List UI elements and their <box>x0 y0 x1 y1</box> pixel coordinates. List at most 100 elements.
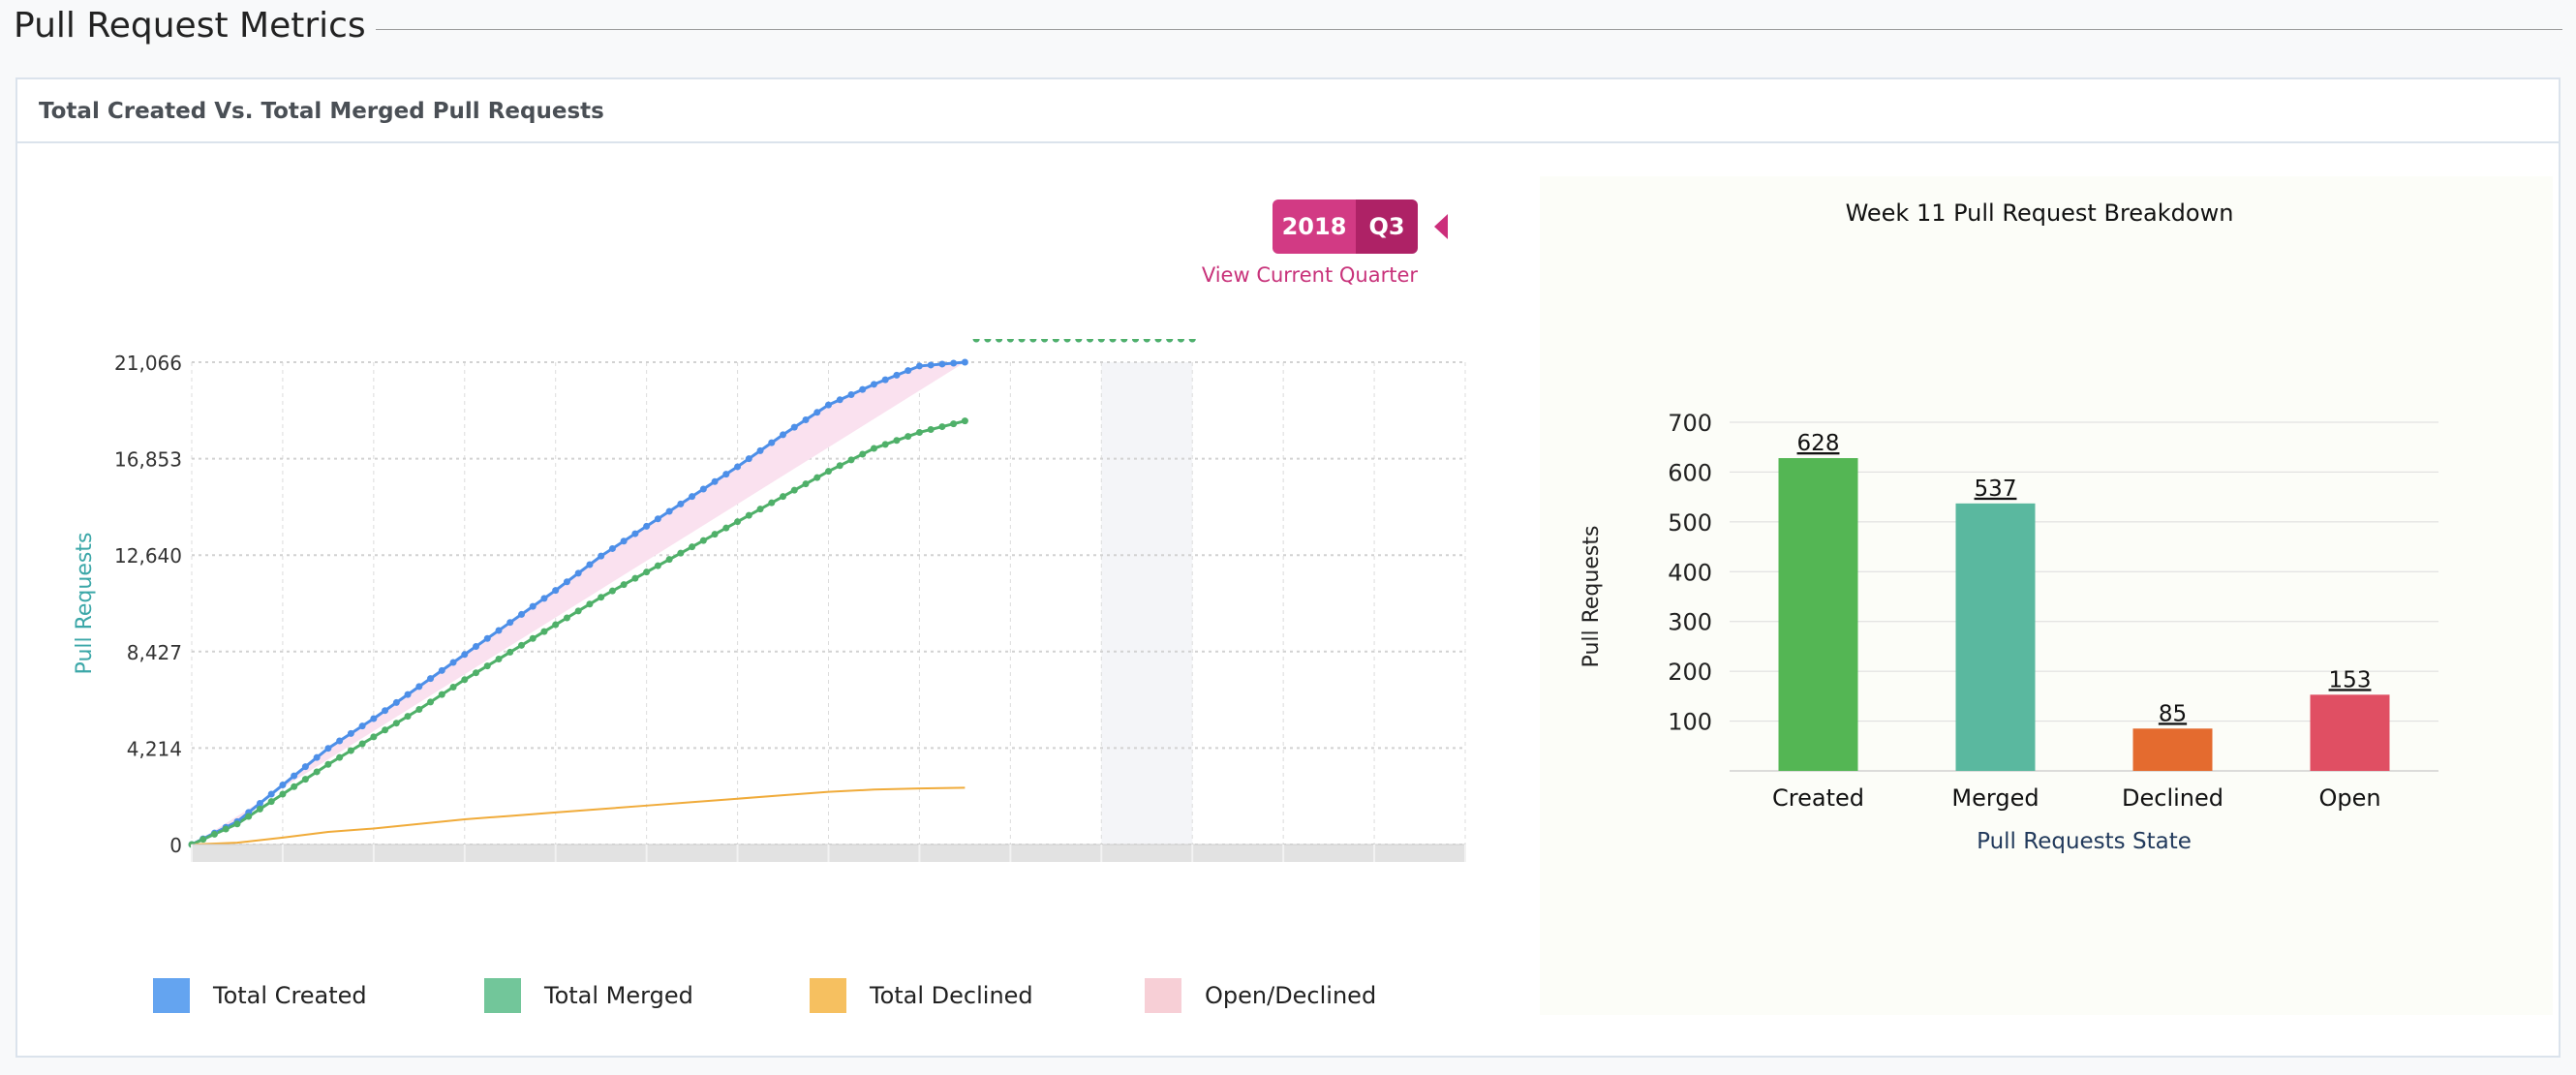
series-point-total-merged <box>347 747 354 754</box>
legend-swatch <box>153 978 190 1013</box>
series-point-total-merged <box>415 706 423 714</box>
x-tick-label: Merged <box>1951 784 2039 812</box>
y-axis-label: Pull Requests <box>73 533 97 675</box>
series-point-total-merged <box>654 562 661 569</box>
legend-label: Total Merged <box>544 982 693 1009</box>
series-point-total-merged <box>301 776 309 783</box>
series-point-total-created <box>483 634 491 642</box>
legend-item-total-declined[interactable]: Total Declined <box>810 976 1033 1015</box>
previous-quarter-arrow-icon[interactable] <box>1434 214 1448 239</box>
y-tick-label: 200 <box>1668 659 1712 686</box>
y-tick-label: 700 <box>1668 410 1712 437</box>
series-point-total-created <box>586 561 594 568</box>
page-title: Pull Request Metrics <box>14 6 366 46</box>
series-point-total-merged <box>1132 339 1140 343</box>
series-point-total-merged <box>802 480 810 488</box>
bar-declined <box>2132 728 2213 771</box>
series-point-total-created <box>927 361 935 369</box>
series-point-total-merged <box>972 339 980 343</box>
series-point-total-merged <box>291 783 298 790</box>
series-point-total-created <box>438 666 445 674</box>
series-point-total-created <box>836 396 843 404</box>
series-point-total-merged <box>427 698 435 706</box>
series-point-total-merged <box>881 441 889 448</box>
series-point-total-merged <box>382 726 389 734</box>
series-point-total-merged <box>893 437 901 445</box>
x-tick-label: Open <box>2318 784 2380 812</box>
year-button[interactable]: 2018 <box>1273 200 1356 254</box>
series-point-total-created <box>722 471 730 478</box>
y-tick-label: 500 <box>1668 509 1712 537</box>
series-point-total-merged <box>1041 339 1049 343</box>
series-point-total-merged <box>210 830 218 838</box>
series-point-total-merged <box>608 587 616 595</box>
series-point-total-merged <box>677 549 685 557</box>
series-point-total-created <box>291 772 298 780</box>
series-point-total-created <box>358 722 366 730</box>
series-point-total-merged <box>245 813 253 820</box>
series-point-total-merged <box>790 486 798 494</box>
series-point-total-created <box>734 463 742 471</box>
series-point-total-created <box>415 683 423 691</box>
series-point-total-created <box>665 507 673 515</box>
series-point-total-merged <box>495 656 503 663</box>
bar-open <box>2310 694 2390 771</box>
series-point-total-merged <box>1018 339 1026 343</box>
series-point-total-created <box>950 359 958 367</box>
cumulative-line-chart: 0 4,214 8,427 12,640 16,853 21,066 Pull Reques… <box>73 339 1466 862</box>
series-point-total-merged <box>1177 339 1184 343</box>
series-point-total-merged <box>927 426 935 434</box>
series-point-total-merged <box>199 836 207 844</box>
series-point-total-created <box>881 376 889 384</box>
series-point-total-created <box>449 659 457 666</box>
series-point-total-created <box>347 729 354 737</box>
series-point-total-merged <box>745 511 752 519</box>
series-point-total-merged <box>722 524 730 532</box>
series-point-total-merged <box>711 531 719 538</box>
series-point-total-created <box>859 385 867 393</box>
y-tick-label: 12,640 <box>114 544 182 568</box>
title-divider <box>376 29 2562 30</box>
series-point-total-merged <box>780 493 787 501</box>
series-line-total-declined <box>191 786 966 845</box>
series-point-total-created <box>540 595 548 602</box>
week-breakdown-bar-chart: Week 11 Pull Request Breakdown 100 200 300 4… <box>1579 200 2438 854</box>
y-tick-label: 400 <box>1668 559 1712 586</box>
series-point-total-created <box>643 522 651 530</box>
series-point-total-created <box>552 587 560 595</box>
legend-item-total-merged[interactable]: Total Merged <box>484 976 693 1015</box>
view-current-quarter-link[interactable]: View Current Quarter <box>1176 263 1418 287</box>
x-tick-label: Declined <box>2122 784 2223 812</box>
legend-item-open-declined[interactable]: Open/Declined <box>1145 976 1376 1015</box>
series-point-total-created <box>279 782 287 789</box>
y-tick-label: 4,214 <box>127 737 182 760</box>
series-point-total-merged <box>996 339 1003 343</box>
series-point-total-created <box>790 423 798 431</box>
series-point-total-merged <box>1063 339 1071 343</box>
series-point-total-merged <box>1166 339 1174 343</box>
bar-chart-title: Week 11 Pull Request Breakdown <box>1846 200 2234 227</box>
series-point-total-merged <box>1097 339 1105 343</box>
series-point-total-merged <box>961 417 968 425</box>
series-point-total-merged <box>574 607 582 615</box>
series-point-total-created <box>370 715 378 722</box>
series-point-total-created <box>382 707 389 715</box>
series-point-total-created <box>404 691 412 698</box>
series-point-total-created <box>847 390 855 398</box>
series-point-total-merged <box>552 621 560 629</box>
series-point-total-merged <box>233 820 241 828</box>
y-tick-label: 300 <box>1668 609 1712 636</box>
quarter-button[interactable]: Q3 <box>1356 200 1418 254</box>
series-point-total-created <box>915 362 923 370</box>
series-point-total-created <box>631 530 639 538</box>
series-point-total-merged <box>665 556 673 564</box>
series-point-total-merged <box>1075 339 1083 343</box>
series-point-total-created <box>563 578 570 586</box>
series-point-total-created <box>699 485 707 493</box>
legend-item-total-created[interactable]: Total Created <box>153 976 367 1015</box>
bar-created <box>1778 458 1858 771</box>
bar-merged <box>1955 503 2036 771</box>
series-point-total-merged <box>847 456 855 464</box>
series-point-total-merged <box>517 641 525 649</box>
legend-swatch <box>810 978 846 1013</box>
